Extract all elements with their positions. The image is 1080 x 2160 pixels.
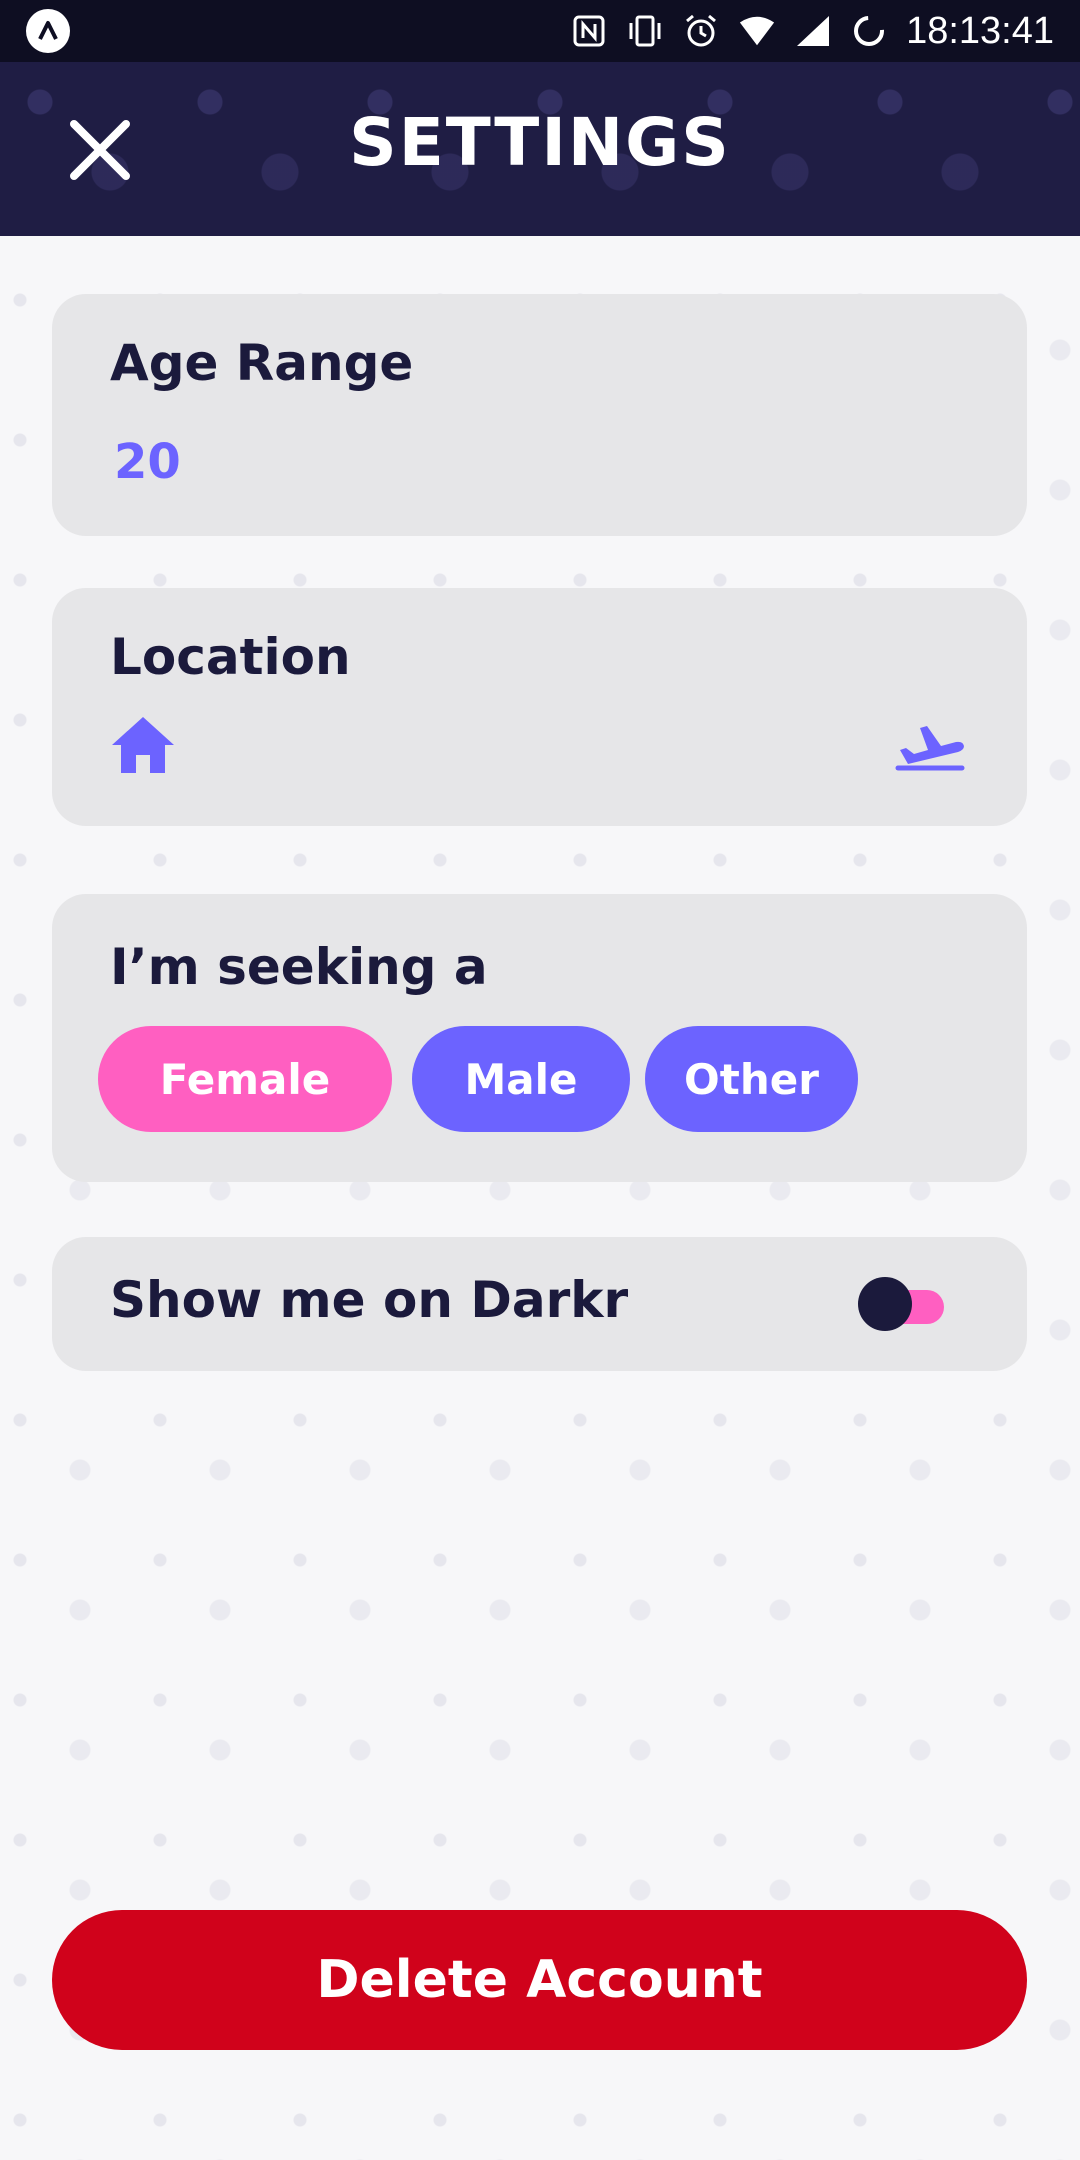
toggle-thumb [858, 1277, 912, 1331]
flight-takeoff-icon[interactable] [894, 716, 966, 776]
visibility-card: Show me on Darkr [52, 1237, 1027, 1371]
location-card: Location [52, 588, 1027, 826]
alarm-icon [682, 12, 720, 50]
visibility-toggle[interactable] [858, 1277, 948, 1331]
age-range-card[interactable]: Age Range 20 [52, 294, 1027, 536]
nfc-icon [570, 12, 608, 50]
wifi-icon [738, 12, 776, 50]
vibrate-icon [626, 12, 664, 50]
app-header: SETTINGS [0, 62, 1080, 236]
seeking-option-male[interactable]: Male [412, 1026, 630, 1132]
signal-icon [794, 12, 832, 50]
age-range-value: 20 [114, 434, 181, 490]
location-label: Location [110, 628, 351, 686]
delete-account-button[interactable]: Delete Account [52, 1910, 1027, 2050]
visibility-label: Show me on Darkr [110, 1271, 629, 1329]
status-bar: 18:13:41 [0, 0, 1080, 62]
seeking-option-female[interactable]: Female [98, 1026, 392, 1132]
status-time: 18:13:41 [906, 9, 1054, 52]
seeking-option-other[interactable]: Other [645, 1026, 858, 1132]
sync-icon [850, 12, 888, 50]
age-range-label: Age Range [110, 334, 414, 392]
seeking-card: I’m seeking a Female Male Other [52, 894, 1027, 1182]
home-icon[interactable] [110, 715, 176, 775]
seeking-label: I’m seeking a [110, 938, 488, 996]
app-badge-icon [26, 9, 70, 53]
page-title: SETTINGS [349, 104, 731, 181]
